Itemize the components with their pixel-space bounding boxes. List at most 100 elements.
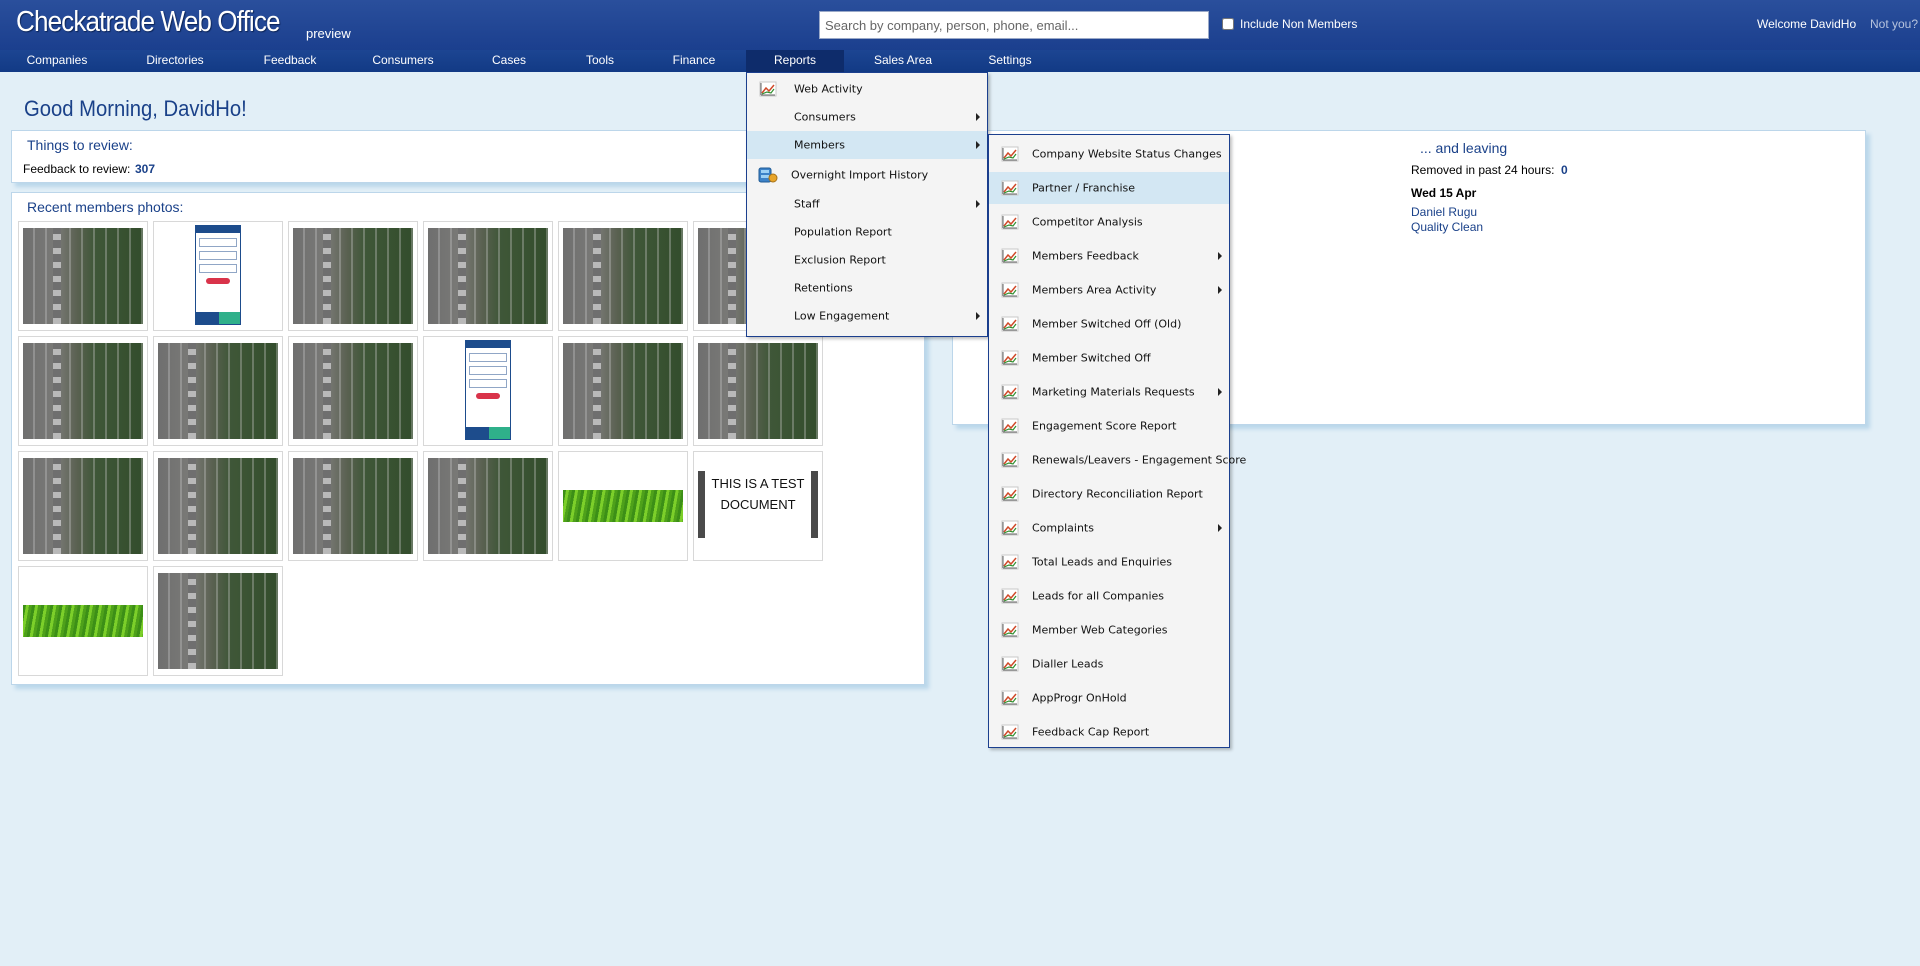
member-photo-thumbnail[interactable] bbox=[18, 221, 148, 331]
member-photo-thumbnail[interactable] bbox=[288, 336, 418, 446]
member-photo-thumbnail[interactable] bbox=[693, 336, 823, 446]
nav-feedback[interactable]: Feedback bbox=[250, 50, 330, 72]
member-photo-thumbnail[interactable] bbox=[558, 451, 688, 561]
members-submenu-item[interactable]: Leads for all Companies bbox=[989, 580, 1229, 612]
include-non-members-checkbox[interactable] bbox=[1222, 18, 1234, 30]
member-photo-thumbnail[interactable] bbox=[153, 336, 283, 446]
reports-menu-item[interactable]: Population Report bbox=[747, 218, 987, 246]
chart-icon bbox=[1001, 622, 1019, 638]
leaver-link[interactable]: Daniel Rugu bbox=[1411, 205, 1477, 219]
reports-menu-item[interactable]: Staff bbox=[747, 190, 987, 218]
reports-menu-item[interactable]: Consumers bbox=[747, 103, 987, 131]
grass-photo-image bbox=[23, 605, 143, 637]
leaving-date: Wed 15 Apr bbox=[1411, 186, 1477, 200]
reports-menu-item[interactable]: Members bbox=[747, 131, 987, 159]
nav-companies[interactable]: Companies bbox=[17, 50, 97, 72]
street-photo-image bbox=[428, 228, 548, 324]
app-logo[interactable]: Checkatrade Web Office bbox=[16, 6, 280, 39]
members-submenu-item[interactable]: Engagement Score Report bbox=[989, 410, 1229, 442]
nav-consumers[interactable]: Consumers bbox=[363, 50, 443, 72]
menu-item-label: Overnight Import History bbox=[791, 168, 929, 181]
street-photo-image bbox=[428, 458, 548, 554]
nav-reports[interactable]: Reports bbox=[746, 50, 844, 72]
menu-item-label: Exclusion Report bbox=[794, 253, 886, 267]
menu-item-label: Marketing Materials Requests bbox=[1032, 385, 1195, 399]
member-photo-thumbnail[interactable] bbox=[288, 221, 418, 331]
member-photo-thumbnail[interactable] bbox=[153, 566, 283, 676]
grass-photo-image bbox=[563, 490, 683, 522]
members-submenu-item[interactable]: Member Web Categories bbox=[989, 614, 1229, 646]
submenu-arrow-icon bbox=[976, 312, 980, 320]
members-submenu-item[interactable]: Competitor Analysis bbox=[989, 206, 1229, 238]
nav-finance[interactable]: Finance bbox=[654, 50, 734, 72]
search-input[interactable] bbox=[819, 11, 1209, 39]
members-submenu-item[interactable]: Feedback Cap Report bbox=[989, 716, 1229, 748]
members-submenu-item[interactable]: Company Website Status Changes bbox=[989, 138, 1229, 170]
menu-item-label: Dialler Leads bbox=[1032, 657, 1104, 671]
chart-icon bbox=[1001, 452, 1019, 468]
leaver-link[interactable]: Quality Clean bbox=[1411, 220, 1483, 234]
include-non-members-label: Include Non Members bbox=[1240, 17, 1358, 31]
reports-menu-item[interactable]: Web Activity bbox=[747, 75, 987, 103]
member-photo-thumbnail[interactable] bbox=[423, 336, 553, 446]
members-submenu-item[interactable]: Total Leads and Enquiries bbox=[989, 546, 1229, 578]
submenu-arrow-icon bbox=[1218, 252, 1222, 260]
members-submenu-item[interactable]: Marketing Materials Requests bbox=[989, 376, 1229, 408]
chart-icon bbox=[1001, 146, 1019, 162]
feedback-review-label: Feedback to review: bbox=[23, 162, 131, 176]
street-photo-image bbox=[23, 458, 143, 554]
nav-tools[interactable]: Tools bbox=[560, 50, 640, 72]
nav-directories[interactable]: Directories bbox=[135, 50, 215, 72]
members-submenu-item[interactable]: AppProgr OnHold bbox=[989, 682, 1229, 714]
feedback-review-count[interactable]: 307 bbox=[135, 162, 155, 176]
member-photo-thumbnail[interactable] bbox=[288, 451, 418, 561]
member-photo-thumbnail[interactable] bbox=[423, 221, 553, 331]
menu-item-label: Members Area Activity bbox=[1032, 283, 1157, 297]
member-photo-thumbnail[interactable] bbox=[423, 451, 553, 561]
member-photo-thumbnail[interactable] bbox=[18, 451, 148, 561]
submenu-arrow-icon bbox=[1218, 524, 1222, 532]
menu-item-label: Directory Reconciliation Report bbox=[1032, 487, 1203, 501]
member-photo-thumbnail[interactable] bbox=[558, 221, 688, 331]
menu-item-label: Member Switched Off (Old) bbox=[1032, 317, 1182, 331]
reports-menu-item[interactable]: Low Engagement bbox=[747, 302, 987, 330]
chart-icon bbox=[1001, 384, 1019, 400]
reports-menu-item[interactable]: Retentions bbox=[747, 274, 987, 302]
nav-sales-area[interactable]: Sales Area bbox=[863, 50, 943, 72]
member-photo-thumbnail[interactable] bbox=[153, 221, 283, 331]
members-submenu-item[interactable]: Complaints bbox=[989, 512, 1229, 544]
reports-menu-item[interactable]: Overnight Import History bbox=[747, 159, 987, 190]
members-submenu-item[interactable]: Members Area Activity bbox=[989, 274, 1229, 306]
members-submenu-item[interactable]: Member Switched Off (Old) bbox=[989, 308, 1229, 340]
menu-item-label: Member Switched Off bbox=[1032, 351, 1151, 365]
members-submenu-item[interactable]: Members Feedback bbox=[989, 240, 1229, 272]
menu-item-label: Competitor Analysis bbox=[1032, 215, 1143, 229]
nav-cases[interactable]: Cases bbox=[469, 50, 549, 72]
member-photo-thumbnail[interactable] bbox=[18, 566, 148, 676]
app-screenshot-image bbox=[195, 225, 241, 325]
include-non-members-toggle[interactable]: Include Non Members bbox=[1222, 17, 1357, 31]
members-submenu-item[interactable]: Directory Reconciliation Report bbox=[989, 478, 1229, 510]
reports-menu-item[interactable]: Exclusion Report bbox=[747, 246, 987, 274]
menu-item-label: Web Activity bbox=[794, 82, 863, 96]
members-submenu-item[interactable]: Renewals/Leavers - Engagement Score bbox=[989, 444, 1246, 476]
members-submenu-item[interactable]: Dialler Leads bbox=[989, 648, 1229, 680]
welcome-text: Welcome DavidHo bbox=[1757, 17, 1857, 31]
street-photo-image bbox=[563, 228, 683, 324]
not-you-link[interactable]: Not you? bbox=[1870, 17, 1918, 31]
menu-item-label: Feedback Cap Report bbox=[1032, 725, 1150, 739]
members-submenu: Company Website Status Changes Partner / … bbox=[988, 134, 1246, 748]
menu-item-label: Members Feedback bbox=[1032, 249, 1139, 263]
members-submenu-item[interactable]: Partner / Franchise bbox=[989, 172, 1229, 204]
member-photo-thumbnail[interactable] bbox=[558, 336, 688, 446]
street-photo-image bbox=[293, 228, 413, 324]
member-photo-thumbnail[interactable]: THIS IS A TEST DOCUMENT bbox=[693, 451, 823, 561]
members-submenu-item[interactable]: Member Switched Off bbox=[989, 342, 1229, 374]
removed-label: Removed in past 24 hours: bbox=[1411, 163, 1555, 177]
nav-settings[interactable]: Settings bbox=[970, 50, 1050, 72]
submenu-arrow-icon bbox=[976, 200, 980, 208]
member-photo-thumbnail[interactable] bbox=[18, 336, 148, 446]
test-document-image: THIS IS A TEST DOCUMENT bbox=[698, 471, 818, 538]
menu-item-label: Members bbox=[794, 138, 845, 152]
member-photo-thumbnail[interactable] bbox=[153, 451, 283, 561]
